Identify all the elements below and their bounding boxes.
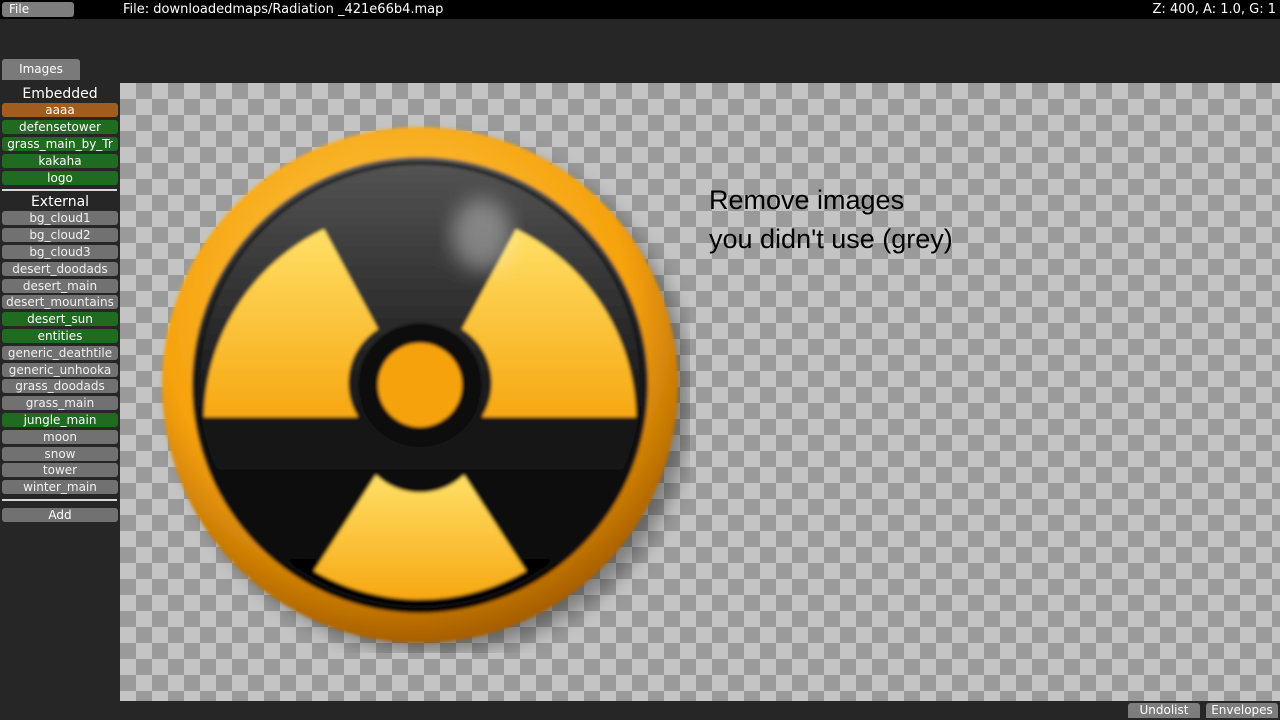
add-image-button[interactable]: Add — [2, 508, 118, 522]
image-item-bg-cloud3[interactable]: bg_cloud3 — [2, 245, 118, 259]
image-item-bg-cloud2[interactable]: bg_cloud2 — [2, 228, 118, 242]
image-item-logo[interactable]: logo — [2, 171, 118, 185]
image-item-snow[interactable]: snow — [2, 447, 118, 461]
image-preview-canvas[interactable]: Remove images you didn't use (grey) — [120, 83, 1280, 701]
image-item-entities[interactable]: entities — [2, 329, 118, 343]
image-item-aaaa[interactable]: aaaa — [2, 103, 118, 117]
canvas-hint-line-1: Remove images — [709, 185, 905, 215]
embedded-section-title: Embedded — [22, 86, 98, 102]
canvas-hint-line-2: you didn't use (grey) — [709, 224, 953, 254]
image-item-generic-unhooka[interactable]: generic_unhooka — [2, 363, 118, 377]
zoom-readout: Z: 400, A: 1.0, G: 1 — [1152, 2, 1276, 17]
image-item-jungle-main[interactable]: jungle_main — [2, 413, 118, 427]
image-item-desert-mountains[interactable]: desert_mountains — [2, 295, 118, 309]
image-item-grass-doodads[interactable]: grass_doodads — [2, 379, 118, 393]
section-divider — [2, 189, 117, 191]
image-item-bg-cloud1[interactable]: bg_cloud1 — [2, 211, 118, 225]
image-item-kakaha[interactable]: kakaha — [2, 154, 118, 168]
radiation-hazard-icon — [162, 127, 690, 653]
file-menu-button[interactable]: File — [2, 2, 74, 17]
external-section-title: External — [30, 194, 90, 210]
image-item-grass-main-by-tr[interactable]: grass_main_by_Tr — [2, 137, 118, 151]
canvas-hint-text: Remove images you didn't use (grey) — [709, 181, 953, 259]
image-item-winter-main[interactable]: winter_main — [2, 480, 118, 494]
tab-images[interactable]: Images — [2, 59, 80, 80]
image-item-desert-doodads[interactable]: desert_doodads — [2, 262, 118, 276]
image-item-moon[interactable]: moon — [2, 430, 118, 444]
image-item-desert-main[interactable]: desert_main — [2, 279, 118, 293]
image-item-grass-main[interactable]: grass_main — [2, 396, 118, 410]
image-item-defensetower[interactable]: defensetower — [2, 120, 118, 134]
envelopes-button[interactable]: Envelopes — [1206, 703, 1278, 718]
image-item-tower[interactable]: tower — [2, 463, 118, 477]
image-item-desert-sun[interactable]: desert_sun — [2, 312, 118, 326]
image-list-sidebar: Embedded aaaa defensetower grass_main_by… — [0, 83, 120, 701]
top-menu-bar: File File: downloadedmaps/Radiation _421… — [0, 0, 1280, 19]
section-divider — [2, 499, 117, 501]
undolist-button[interactable]: Undolist — [1128, 703, 1200, 718]
image-item-generic-deathtile[interactable]: generic_deathtile — [2, 346, 118, 360]
file-path-label: File: downloadedmaps/Radiation _421e66b4… — [123, 2, 444, 17]
